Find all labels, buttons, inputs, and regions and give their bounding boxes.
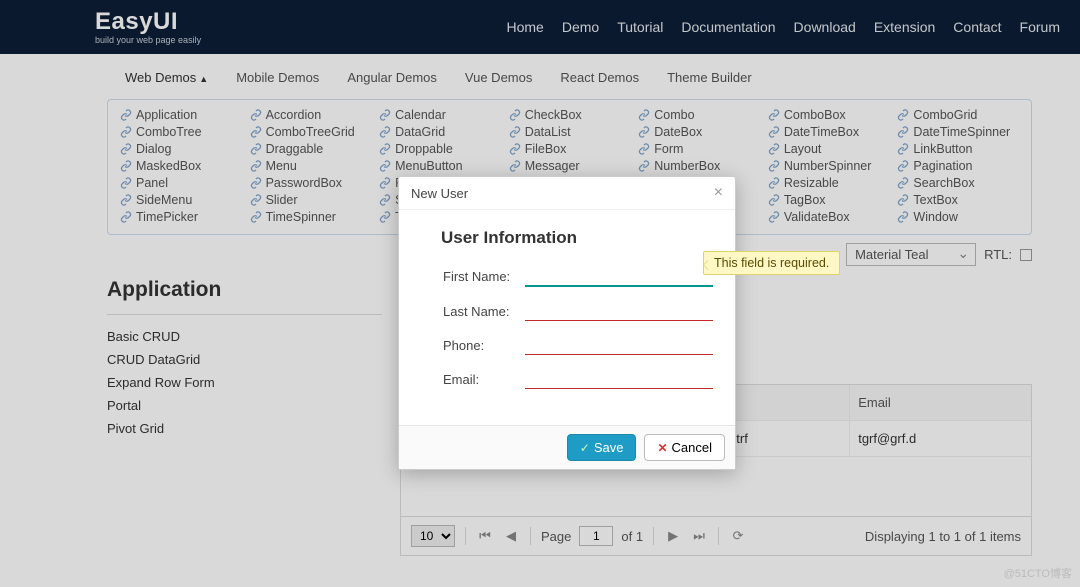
input-lastname[interactable]: [525, 301, 713, 321]
cancel-button[interactable]: ✕Cancel: [644, 434, 725, 461]
save-button[interactable]: ✓Save: [567, 434, 637, 461]
form-row-firstname: First Name:: [443, 266, 713, 287]
label-lastname: Last Name:: [443, 304, 525, 319]
input-phone[interactable]: [525, 335, 713, 355]
label-phone: Phone:: [443, 338, 525, 353]
input-email[interactable]: [525, 369, 713, 389]
form-row-lastname: Last Name:: [443, 301, 713, 321]
form-row-phone: Phone:: [443, 335, 713, 355]
validation-tooltip: This field is required.: [703, 251, 840, 275]
label-firstname: First Name:: [443, 269, 525, 284]
dialog-title: New User: [411, 186, 468, 201]
label-email: Email:: [443, 372, 525, 387]
form-row-email: Email:: [443, 369, 713, 389]
input-firstname[interactable]: [525, 266, 713, 287]
watermark: @51CTO博客: [1004, 565, 1072, 581]
check-icon: ✓: [580, 441, 590, 455]
dialog-titlebar[interactable]: New User ×: [399, 177, 735, 210]
dialog-body: User Information First Name: Last Name: …: [399, 210, 735, 425]
new-user-dialog: New User × User Information First Name: …: [398, 176, 736, 470]
cross-icon: ✕: [657, 441, 667, 455]
close-icon[interactable]: ×: [714, 185, 723, 201]
dialog-footer: ✓Save ✕Cancel: [399, 425, 735, 469]
dialog-heading: User Information: [441, 228, 713, 248]
